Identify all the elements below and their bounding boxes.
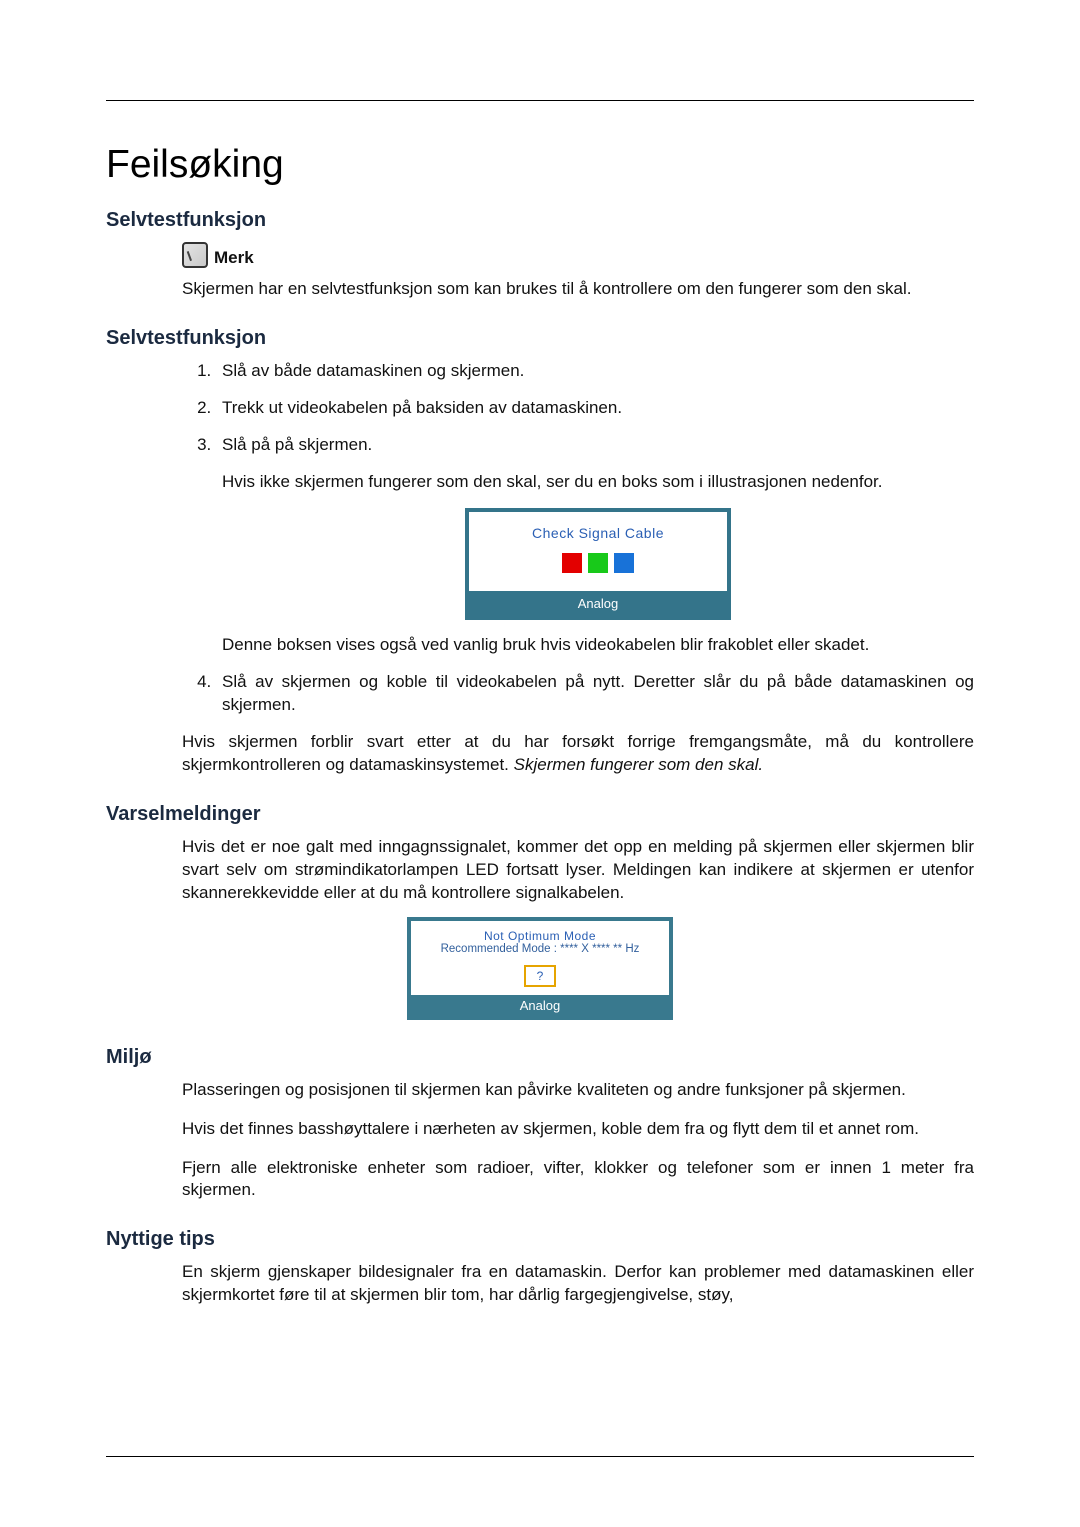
note-block: Merk Skjermen har en selvtestfunksjon so… [182, 242, 974, 301]
swatch-red [562, 553, 582, 573]
note-label: Merk [214, 248, 254, 268]
miljo-p1: Plasseringen og posisjonen til skjermen … [182, 1079, 974, 1102]
miljo-p3: Fjern alle elektroniske enheter som radi… [182, 1157, 974, 1203]
color-swatches [469, 553, 727, 573]
closing-italic: Skjermen fungerer som den skal. [514, 755, 763, 774]
osd-bar: Analog [469, 591, 727, 617]
tips-p1: En skjerm gjenskaper bildesignaler fra e… [182, 1261, 974, 1307]
step-text: Trekk ut videokabelen på baksiden av dat… [222, 398, 622, 417]
heading-tips: Nyttige tips [106, 1228, 974, 1251]
list-item: Trekk ut videokabelen på baksiden av dat… [216, 397, 974, 420]
note-icon [182, 242, 208, 268]
osd-help-icon: ? [524, 965, 556, 987]
heading-selftest-1: Selvtestfunksjon [106, 209, 974, 232]
step-list: Slå av både datamaskinen og skjermen. Tr… [182, 360, 974, 717]
step-text: Slå på på skjermen. [222, 435, 372, 454]
osd-line2: Recommended Mode : **** X **** ** Hz [411, 943, 669, 955]
heading-selftest-2: Selvtestfunksjon [106, 327, 974, 350]
swatch-green [588, 553, 608, 573]
step-text: Slå av skjermen og koble til videokabele… [222, 672, 974, 714]
heading-miljo: Miljø [106, 1046, 974, 1069]
list-item: Slå av skjermen og koble til videokabele… [216, 671, 974, 717]
osd-inner: Check Signal Cable Analog [465, 508, 731, 620]
osd-bar: Analog [411, 995, 669, 1016]
step-subtext: Hvis ikke skjermen fungerer som den skal… [222, 471, 974, 494]
osd-title: Check Signal Cable [469, 524, 727, 543]
bottom-rule [106, 1456, 974, 1457]
heading-varsel: Varselmeldinger [106, 803, 974, 826]
step-subtext: Denne boksen vises også ved vanlig bruk … [222, 634, 974, 657]
manual-page: Feilsøking Selvtestfunksjon Merk Skjerme… [0, 0, 1080, 1527]
list-item: Slå av både datamaskinen og skjermen. [216, 360, 974, 383]
osd-not-optimum: Not Optimum Mode Recommended Mode : ****… [407, 917, 673, 1020]
page-title: Feilsøking [106, 143, 974, 187]
varsel-text: Hvis det er noe galt med inngagnssignale… [182, 836, 974, 905]
step-text: Slå av både datamaskinen og skjermen. [222, 361, 524, 380]
osd-line1: Not Optimum Mode [411, 929, 669, 943]
miljo-p2: Hvis det finnes basshøyttalere i nærhete… [182, 1118, 974, 1141]
swatch-blue [614, 553, 634, 573]
list-item: Slå på på skjermen. Hvis ikke skjermen f… [216, 434, 974, 657]
top-rule [106, 100, 974, 101]
note-row: Merk [182, 242, 974, 268]
closing-paragraph: Hvis skjermen forblir svart etter at du … [182, 731, 974, 777]
osd-inner: Not Optimum Mode Recommended Mode : ****… [407, 917, 673, 1020]
osd-check-signal: Check Signal Cable Analog [465, 508, 731, 620]
note-text: Skjermen har en selvtestfunksjon som kan… [182, 278, 974, 301]
